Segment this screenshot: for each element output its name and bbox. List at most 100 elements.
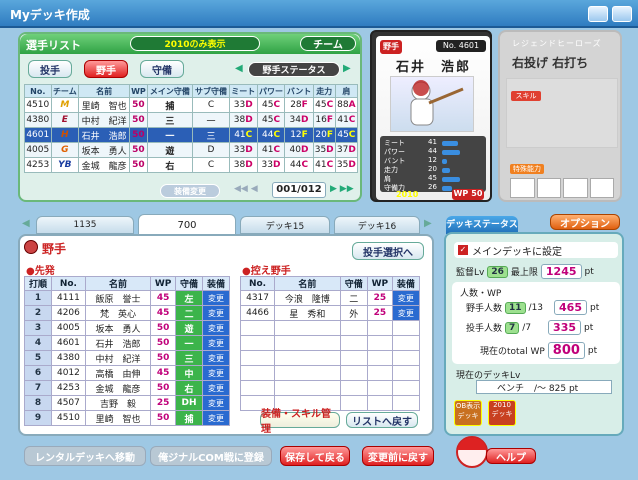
skill-manage-button[interactable]: 装備・スキル管理 (260, 409, 340, 435)
player-row[interactable]: 4253 YB 金城 龍彦 50 右 C 38D 33D 44C 41C 35D (24, 157, 359, 173)
player-row[interactable]: 4380 E 中村 紀洋 50 三一 38D 45C 34D 16F 41C (24, 112, 359, 128)
starter-equip-button[interactable]: 変更 (201, 380, 231, 396)
player-stat-arm-value: 88 (337, 100, 349, 110)
prev-status-arrow[interactable]: ◀ (235, 63, 243, 74)
starter-row[interactable]: 1 4111 飯原 誉士 45 左変更 (24, 290, 231, 306)
starter-row[interactable]: 7 4253 金城 龍彦 50 右変更 (24, 380, 231, 396)
starter-pos[interactable]: 中 (175, 365, 203, 381)
help-button[interactable]: ヘルプ (486, 448, 536, 464)
starter-pos[interactable]: 三 (175, 350, 203, 366)
starter-equip-button[interactable]: 変更 (201, 410, 231, 426)
equip-change-button[interactable]: 装備変更 (160, 184, 220, 198)
player-row[interactable]: 4005 G 坂本 勇人 50 遊 D 33D 41C 40D 35D 37D (24, 142, 359, 158)
original-com-button[interactable]: 俺ジナルCOM戦に登録 (150, 446, 272, 466)
starter-table-header: 名前 (84, 276, 152, 291)
starter-no: 4510 (50, 410, 86, 426)
2010-deck-button[interactable]: 2010 デッキ (488, 400, 516, 426)
starter-row[interactable]: 3 4005 坂本 勇人 50 遊変更 (24, 320, 231, 336)
minimize-button[interactable] (588, 6, 608, 22)
bench-equip-button[interactable]: 変更 (391, 290, 421, 306)
bench-row[interactable] (239, 320, 421, 336)
page-prev-arrows[interactable]: ◀◀ ◀ (234, 184, 258, 194)
starter-row[interactable]: 9 4510 里崎 智也 50 捕変更 (24, 410, 231, 426)
batting-order: 7 (24, 380, 52, 396)
starter-pos[interactable]: 遊 (175, 320, 203, 336)
card-stat-value: 45 (428, 174, 437, 182)
main-deck-toggle[interactable]: ✓ メインデッキに設定 (454, 242, 618, 258)
player-stat-spd: 41C (312, 157, 336, 173)
revert-button[interactable]: 変更前に戻す (362, 446, 434, 466)
bench-row[interactable] (239, 350, 421, 366)
save-return-button[interactable]: 保存して戻る (280, 446, 350, 466)
player-no: 4510 (24, 97, 52, 113)
bench-row[interactable] (239, 365, 421, 381)
select-pitcher-button[interactable]: 投手選択へ (352, 242, 424, 260)
player-main-pos: 遊 (146, 142, 194, 158)
options-button[interactable]: オプション (550, 214, 620, 230)
team-button[interactable]: チーム (300, 36, 356, 51)
starter-row[interactable]: 6 4012 高橋 由伸 45 中変更 (24, 365, 231, 381)
bench-no: 4466 (239, 305, 276, 321)
starter-equip-button[interactable]: 変更 (201, 350, 231, 366)
starter-pos[interactable]: 一 (175, 335, 203, 351)
player-stat-meet: 38D (228, 157, 258, 173)
deck-tab-2-label: 700 (177, 219, 197, 231)
ob-deck-button[interactable]: OB表示 デッキ (454, 400, 482, 426)
player-stat-bunt: 40D (284, 142, 314, 158)
tab-pitcher[interactable]: 投手 (28, 60, 72, 78)
starter-wp: 50 (150, 335, 177, 351)
deck-tab-prev[interactable]: ◀ (22, 218, 30, 229)
starter-pos[interactable]: 左 (175, 290, 203, 306)
bench-row[interactable] (239, 335, 421, 351)
starter-equip-button[interactable]: 変更 (201, 290, 231, 306)
deck-tab-2[interactable]: 700 (138, 214, 236, 236)
starter-pos[interactable]: DH (175, 395, 203, 411)
bench-row[interactable]: 4466 星 秀和外 25 変更 (239, 305, 421, 321)
deck-tab-1[interactable]: 1135 (36, 216, 134, 234)
deck-tab-3[interactable]: デッキ15 (240, 216, 330, 234)
card-year: 2010 (396, 190, 419, 199)
starter-equip-button[interactable]: 変更 (201, 395, 231, 411)
starter-pos[interactable]: 右 (175, 380, 203, 396)
starter-name: 梵 英心 (84, 305, 152, 321)
starter-row[interactable]: 2 4206 梵 英心 45 二変更 (24, 305, 231, 321)
starter-row[interactable]: 4 4601 石井 浩郎 50 一変更 (24, 335, 231, 351)
player-stat-pow-rank: C (273, 145, 281, 155)
tab-defense[interactable]: 守備 (140, 60, 184, 78)
player-stat-arm: 35D (334, 157, 359, 173)
page-next-arrows[interactable]: ▶ ▶▶ (330, 184, 354, 194)
player-stat-bunt-rank: F (301, 130, 308, 140)
starter-pos[interactable]: 捕 (175, 410, 203, 426)
bench-pos: 二 (339, 290, 368, 306)
bench-row[interactable] (239, 380, 421, 396)
starter-pos[interactable]: 二 (175, 305, 203, 321)
player-stat-bunt: 12F (284, 127, 314, 143)
bench-pos: 外 (339, 305, 368, 321)
close-button[interactable] (612, 6, 632, 22)
starter-row[interactable]: 8 4507 吉野 毅 25 DH 変更 (24, 395, 231, 411)
deck-tab-next[interactable]: ▶ (424, 218, 432, 229)
starter-row[interactable]: 5 4380 中村 紀洋 50 三変更 (24, 350, 231, 366)
starter-equip-button[interactable]: 変更 (201, 365, 231, 381)
player-stat-arm-rank: C (348, 115, 356, 125)
player-main-pos: 右 (146, 157, 194, 173)
player-row[interactable]: 4510 M 里崎 智也 50 捕 C 33D 45C 28F 45C 88A (24, 97, 359, 113)
year-filter[interactable]: 2010のみ表示 (130, 36, 260, 51)
bench-row[interactable]: 4317 今浪 隆博二 25 変更 (239, 290, 421, 306)
starter-table-header: 装備 (201, 276, 231, 291)
bench-empty-cell (366, 395, 393, 411)
next-status-arrow[interactable]: ▶ (343, 63, 351, 74)
rental-deck-button[interactable]: レンタルデッキへ移動 (24, 446, 146, 466)
back-to-list-button[interactable]: リストへ戻す (346, 412, 418, 428)
tab-fielder[interactable]: 野手 (84, 60, 128, 78)
starter-equip-button[interactable]: 変更 (201, 320, 231, 336)
bench-equip-button[interactable]: 変更 (391, 305, 421, 321)
player-team: YB (50, 157, 80, 173)
starter-equip-button[interactable]: 変更 (201, 305, 231, 321)
player-row[interactable]: 4601 H 石井 浩郎 50 一三 41C 44C 12F 20F 45C (24, 127, 359, 143)
starter-equip-button[interactable]: 変更 (201, 335, 231, 351)
deck-tab-4[interactable]: デッキ16 (334, 216, 420, 234)
player-table-header: ミート (228, 84, 258, 98)
manager-lv-label: 監督Lv (456, 268, 485, 278)
status-selector[interactable]: 野手ステータス (248, 62, 340, 77)
